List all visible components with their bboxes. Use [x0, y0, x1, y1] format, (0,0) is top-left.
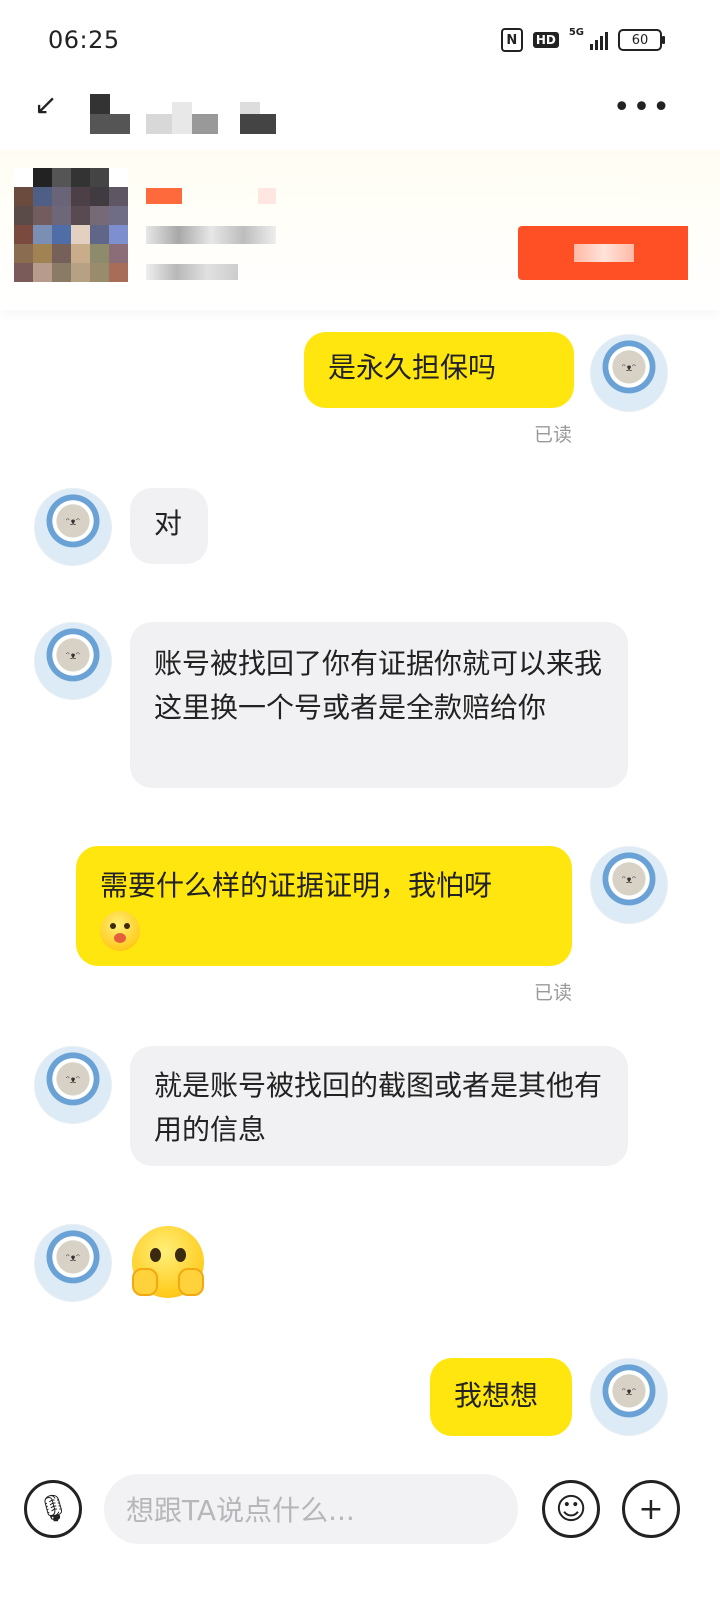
message-bubble-incoming[interactable]: 就是账号被找回的截图或者是其他有用的信息: [130, 1046, 628, 1166]
avatar[interactable]: ᵔᴥᵔ: [34, 1224, 112, 1302]
read-status: 已读: [534, 982, 573, 1004]
message-input-placeholder: 想跟TA说点什么...: [126, 1494, 355, 1527]
nfc-icon: N: [500, 28, 523, 52]
product-card[interactable]: [0, 150, 720, 310]
chat-header: ↙ •••: [0, 84, 720, 134]
add-attachment-button[interactable]: +: [622, 1480, 680, 1538]
message-input-bar: 🎙 想跟TA说点什么... ☺ +: [0, 1454, 720, 1610]
network-type: 5G: [568, 26, 584, 38]
message-text: 需要什么样的证据证明，我怕呀: [100, 869, 493, 902]
voice-input-button[interactable]: 🎙: [24, 1480, 82, 1538]
read-status: 已读: [534, 424, 573, 446]
message-bubble-incoming[interactable]: 对: [130, 488, 208, 564]
hug-emoji-icon[interactable]: [132, 1226, 204, 1298]
avatar[interactable]: ᵔᴥᵔ: [590, 1358, 668, 1436]
more-options-icon[interactable]: •••: [613, 90, 672, 125]
fearful-emoji-icon: [100, 911, 140, 951]
status-time: 06:25: [48, 26, 120, 54]
back-icon[interactable]: ↙: [34, 88, 57, 121]
microphone-icon: 🎙: [36, 1494, 70, 1524]
chat-messages: 是永久担保吗 ᵔᴥᵔ 已读 ᵔᴥᵔ 对 ᵔᴥᵔ 账号被找回了你有证据你就可以来我…: [0, 320, 720, 1450]
message-bubble-outgoing[interactable]: 需要什么样的证据证明，我怕呀: [76, 846, 572, 966]
avatar[interactable]: ᵔᴥᵔ: [34, 488, 112, 566]
hd-icon: HD: [532, 32, 559, 48]
product-thumbnail: [14, 168, 128, 282]
signal-icon: [590, 30, 608, 50]
smiley-icon: ☺: [555, 1491, 587, 1527]
buy-button[interactable]: [518, 226, 688, 280]
battery-level: 60: [631, 32, 649, 48]
message-input[interactable]: 想跟TA说点什么...: [104, 1474, 518, 1544]
plus-icon: +: [638, 1491, 664, 1527]
message-bubble-outgoing[interactable]: 是永久担保吗: [304, 332, 574, 408]
emoji-button[interactable]: ☺: [542, 1480, 600, 1538]
status-icons: N HD 5G 60: [500, 26, 665, 52]
avatar[interactable]: ᵔᴥᵔ: [34, 1046, 112, 1124]
avatar[interactable]: ᵔᴥᵔ: [34, 622, 112, 700]
message-bubble-incoming[interactable]: 账号被找回了你有证据你就可以来我这里换一个号或者是全款赔给你: [130, 622, 628, 788]
product-title-redacted: [146, 188, 286, 280]
contact-name-redacted: [90, 94, 280, 134]
message-bubble-outgoing[interactable]: 我想想: [430, 1358, 572, 1436]
avatar[interactable]: ᵔᴥᵔ: [590, 334, 668, 412]
avatar[interactable]: ᵔᴥᵔ: [590, 846, 668, 924]
status-bar: 06:25 N HD 5G 60: [0, 0, 720, 84]
battery-icon: 60: [618, 29, 665, 51]
